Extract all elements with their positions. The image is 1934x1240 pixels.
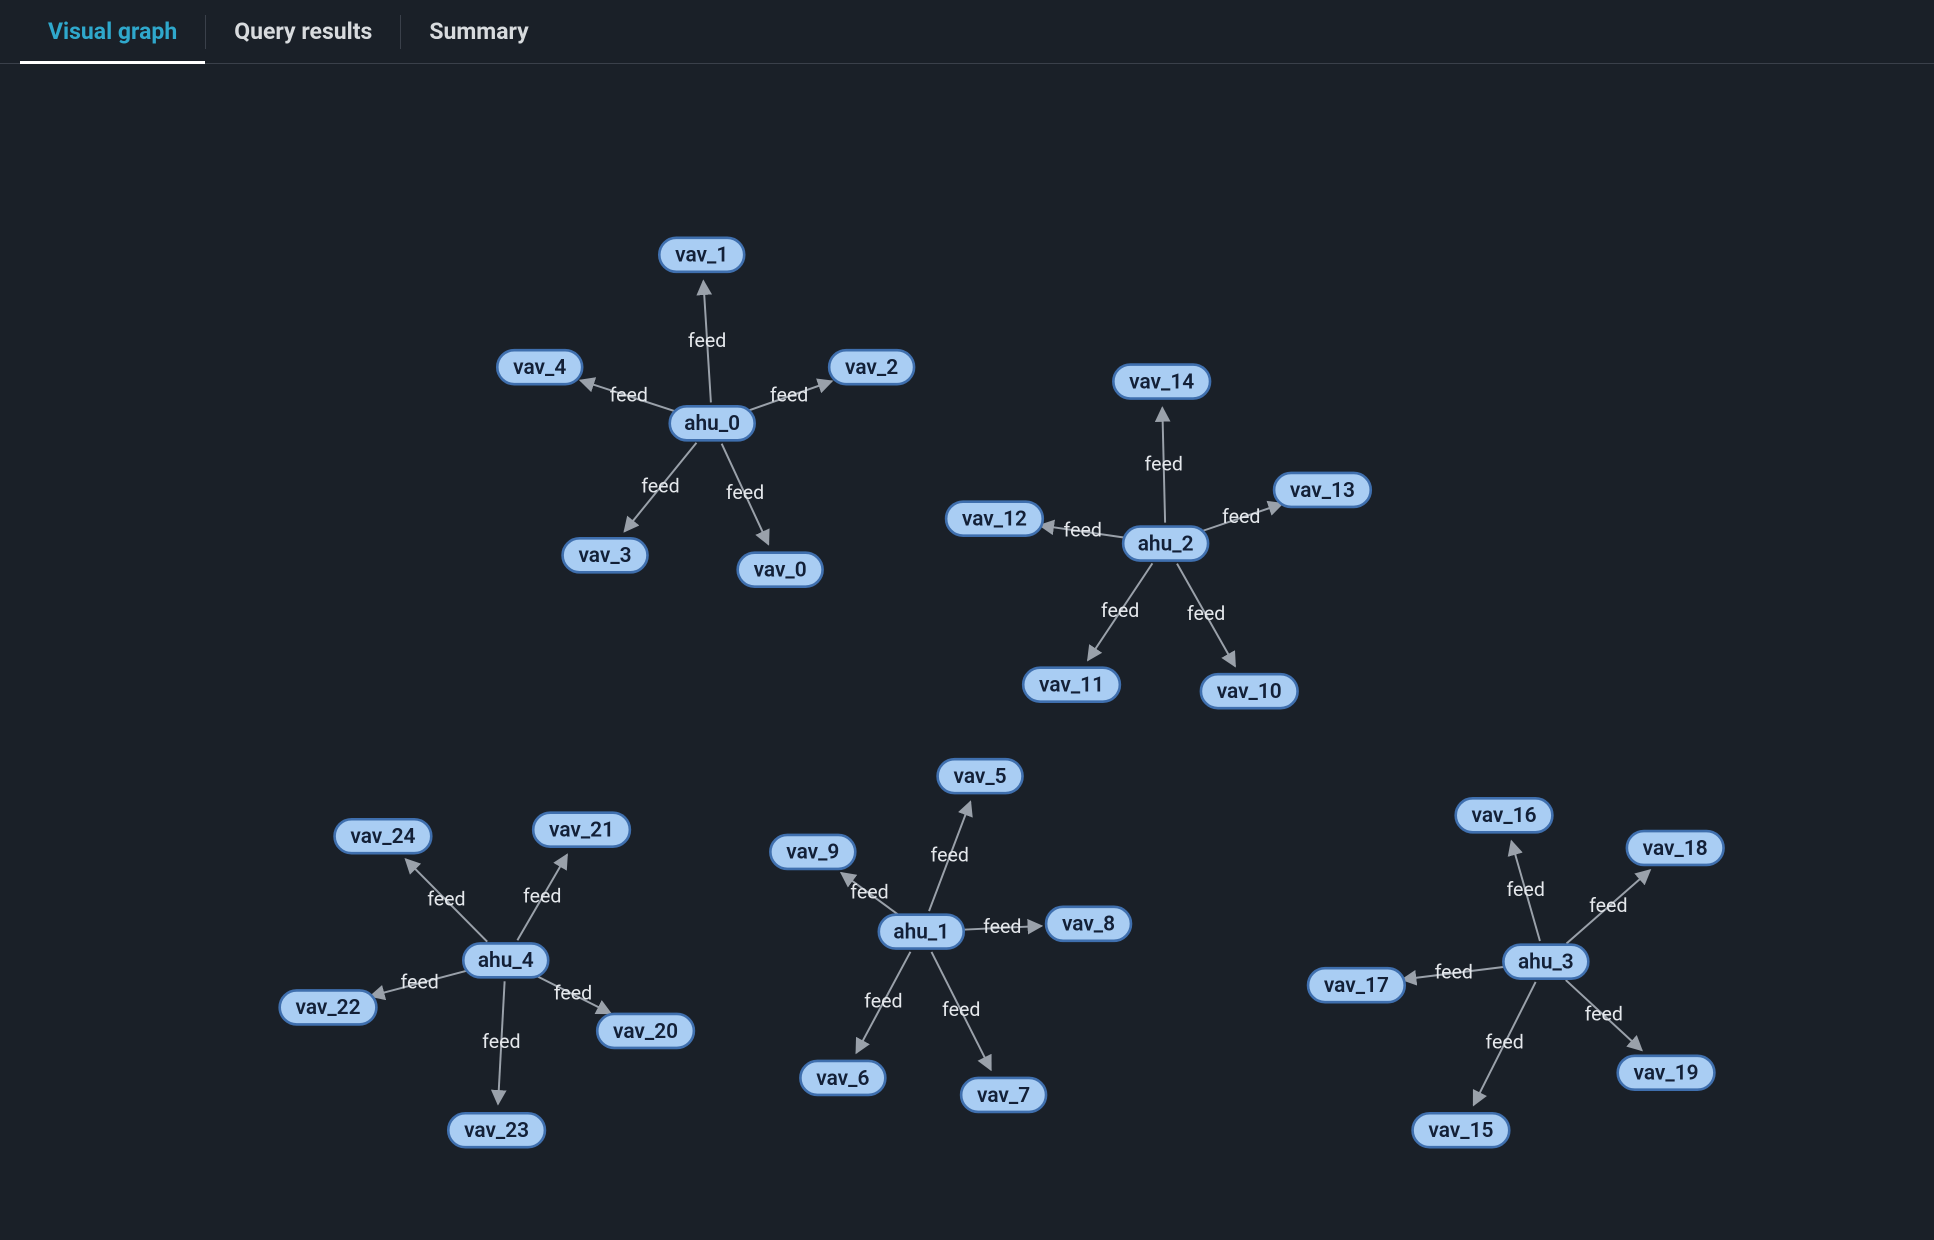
graph-node-vav_1[interactable]: vav_1 bbox=[659, 238, 744, 272]
edge-label: feed bbox=[1064, 519, 1102, 542]
graph-canvas[interactable]: feed feed feed feed feed feed feed feed feed feed… bbox=[0, 64, 1934, 1240]
graph-node-vav_17[interactable]: vav_17 bbox=[1308, 968, 1405, 1002]
edge-label: feed bbox=[931, 844, 969, 867]
tabs-bar: Visual graph Query results Summary bbox=[0, 0, 1934, 64]
edge-label: feed bbox=[850, 881, 888, 904]
graph-node-ahu_4[interactable]: ahu_4 bbox=[463, 943, 548, 977]
graph-node-ahu_2[interactable]: ahu_2 bbox=[1123, 527, 1208, 561]
graph-node-vav_0[interactable]: vav_0 bbox=[738, 553, 823, 587]
graph-node-vav_19[interactable]: vav_19 bbox=[1618, 1056, 1715, 1090]
edge-label: feed bbox=[864, 990, 902, 1013]
tab-query-results[interactable]: Query results bbox=[206, 0, 400, 63]
edge-label: feed bbox=[482, 1030, 520, 1053]
edge-label: feed bbox=[1506, 878, 1544, 901]
graph-node-ahu_0[interactable]: ahu_0 bbox=[670, 406, 755, 440]
edge-label: feed bbox=[554, 981, 592, 1004]
edge-label: feed bbox=[726, 481, 764, 504]
edge-label: feed bbox=[427, 888, 465, 911]
edge-label: feed bbox=[523, 885, 561, 908]
edge-label: feed bbox=[688, 329, 726, 352]
graph-node-vav_24[interactable]: vav_24 bbox=[335, 819, 432, 853]
graph-node-vav_16[interactable]: vav_16 bbox=[1456, 798, 1553, 832]
graph-node-ahu_3[interactable]: ahu_3 bbox=[1503, 945, 1588, 979]
edge-label: feed bbox=[1589, 894, 1627, 917]
edge-label: feed bbox=[400, 970, 438, 993]
graph-node-vav_8[interactable]: vav_8 bbox=[1046, 907, 1131, 941]
graph-node-vav_23[interactable]: vav_23 bbox=[448, 1113, 545, 1147]
graph-node-vav_20[interactable]: vav_20 bbox=[597, 1014, 694, 1048]
graph-node-vav_5[interactable]: vav_5 bbox=[938, 759, 1023, 793]
tab-visual-graph[interactable]: Visual graph bbox=[20, 0, 205, 63]
edge-label: feed bbox=[1187, 602, 1225, 625]
edge-label: feed bbox=[1585, 1002, 1623, 1025]
graph-node-vav_3[interactable]: vav_3 bbox=[563, 538, 648, 572]
tab-summary[interactable]: Summary bbox=[401, 0, 556, 63]
graph-node-vav_13[interactable]: vav_13 bbox=[1274, 473, 1371, 507]
edge-label: feed bbox=[610, 383, 648, 406]
edge-label: feed bbox=[1485, 1031, 1523, 1054]
graph-node-vav_6[interactable]: vav_6 bbox=[800, 1061, 885, 1095]
graph-node-vav_7[interactable]: vav_7 bbox=[961, 1078, 1046, 1112]
graph-node-vav_2[interactable]: vav_2 bbox=[829, 350, 914, 384]
edge-label: feed bbox=[942, 998, 980, 1021]
edge-label: feed bbox=[641, 474, 679, 497]
graph-node-vav_9[interactable]: vav_9 bbox=[770, 835, 855, 869]
graph-svg[interactable]: feed feed feed feed feed feed feed feed feed feed… bbox=[0, 64, 1934, 1240]
edge-label: feed bbox=[1101, 599, 1139, 622]
edge-label: feed bbox=[1145, 452, 1183, 475]
graph-node-vav_4[interactable]: vav_4 bbox=[497, 350, 582, 384]
graph-node-vav_11[interactable]: vav_11 bbox=[1023, 668, 1120, 702]
graph-node-vav_18[interactable]: vav_18 bbox=[1627, 831, 1724, 865]
graph-node-vav_10[interactable]: vav_10 bbox=[1201, 674, 1298, 708]
graph-node-vav_21[interactable]: vav_21 bbox=[533, 813, 630, 847]
edge-label: feed bbox=[770, 383, 808, 406]
graph-node-vav_15[interactable]: vav_15 bbox=[1413, 1113, 1510, 1147]
graph-node-vav_12[interactable]: vav_12 bbox=[946, 502, 1043, 536]
edge-label: feed bbox=[983, 915, 1021, 938]
graph-node-vav_14[interactable]: vav_14 bbox=[1113, 365, 1210, 399]
graph-node-vav_22[interactable]: vav_22 bbox=[280, 990, 377, 1024]
graph-node-ahu_1[interactable]: ahu_1 bbox=[879, 915, 964, 949]
edge-label: feed bbox=[1222, 505, 1260, 528]
edge-label: feed bbox=[1435, 960, 1473, 983]
